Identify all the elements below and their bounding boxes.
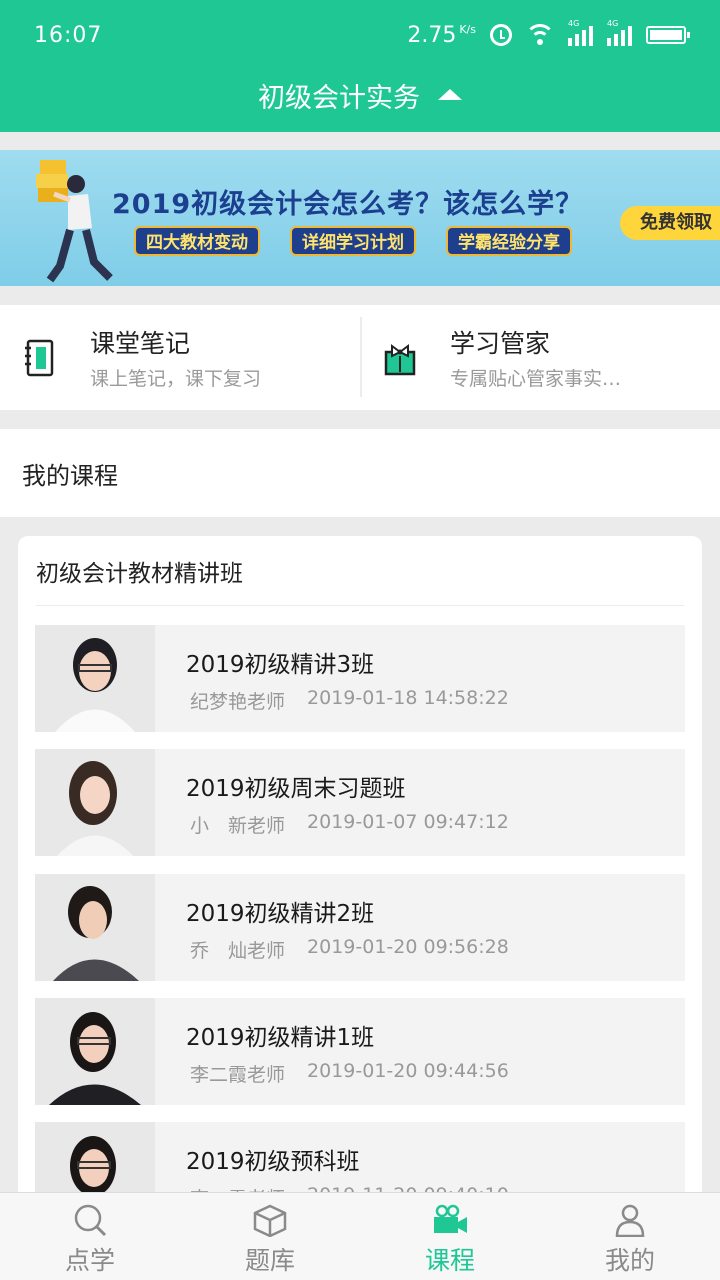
app-header: 16:07 2.75 K/s 4G 4G 初级会计实务 [0,0,720,132]
butler-icon [384,343,416,375]
network-speed: 2.75 K/s [407,23,476,48]
lesson-item[interactable]: 2019初级周末习题班 小 新老师 2019-01-07 09:47:12 [35,749,685,856]
tab-label: 题库 [244,1246,295,1275]
lesson-teacher: 纪梦艳老师 [190,691,286,713]
quick-link-subtitle: 课上笔记，课下复习 [90,368,262,390]
tab-label: 课程 [424,1246,475,1275]
teacher-avatar [35,998,155,1105]
lesson-datetime: 2019-01-07 09:47:12 [307,811,509,833]
tab-label: 我的 [604,1246,655,1275]
lesson-meta: 乔 灿老师 2019-01-20 09:56:28 [190,936,509,963]
course-group-title[interactable]: 初级会计教材精讲班 [36,536,684,606]
lesson-item[interactable]: 2019初级精讲2班 乔 灿老师 2019-01-20 09:56:28 [35,874,685,981]
network-speed-value: 2.75 [407,22,457,48]
status-bar: 16:07 2.75 K/s 4G 4G [0,0,720,70]
tab-wode[interactable]: 我的 [540,1193,720,1280]
network-speed-unit: K/s [459,22,476,36]
lesson-title: 2019初级精讲1班 [186,1025,375,1051]
quick-link-title: 课堂笔记 [90,329,191,358]
lesson-teacher: 乔 灿老师 [190,940,286,962]
teacher-avatar [35,625,155,732]
signal-label-2: 4G [607,19,619,28]
status-icons: 2.75 K/s 4G 4G [407,19,690,48]
search-icon [74,1204,107,1237]
lesson-datetime: 2019-01-18 14:58:22 [307,687,509,709]
quick-link-notes[interactable]: 课堂笔记 课上笔记，课下复习 [0,305,360,410]
subject-switcher[interactable]: 初级会计实务 [0,72,720,118]
lesson-datetime: 2019-01-20 09:44:56 [307,1060,509,1082]
quick-links: 课堂笔记 课上笔记，课下复习 学习管家 专属贴心管家事实… [0,305,720,410]
caret-up-icon [438,88,462,100]
page-title: 初级会计实务 [258,82,420,114]
course-group-card: 初级会计教材精讲班 2019初级精讲3班 纪梦艳老师 2019-01-18 14… [18,536,702,1236]
tab-kecheng[interactable]: 课程 [360,1193,540,1280]
tab-label: 点学 [64,1246,115,1275]
signal-label: 4G [568,19,580,28]
lesson-title: 2019初级精讲2班 [186,901,375,927]
lesson-meta: 小 新老师 2019-01-07 09:47:12 [190,811,509,838]
banner-tag: 学霸经验分享 [446,226,572,256]
teacher-avatar [35,749,155,856]
lesson-meta: 纪梦艳老师 2019-01-18 14:58:22 [190,687,509,714]
lesson-title: 2019初级周末习题班 [186,776,406,802]
lesson-datetime: 2019-01-20 09:56:28 [307,936,509,958]
notebook-icon [25,339,54,376]
lesson-teacher: 小 新老师 [190,815,286,837]
battery-icon [646,26,690,44]
lesson-title: 2019初级精讲3班 [186,652,375,678]
lesson-meta: 李二霞老师 2019-01-20 09:44:56 [190,1060,509,1087]
quick-link-subtitle: 专属贴心管家事实… [450,368,622,390]
promo-banner[interactable]: 2019初级会计会怎么考？该怎么学？ 四大教材变动 详细学习计划 学霸经验分享 … [0,150,720,286]
lesson-teacher: 李二霞老师 [190,1064,286,1086]
lesson-item[interactable]: 2019初级精讲1班 李二霞老师 2019-01-20 09:44:56 [35,998,685,1105]
box-icon [253,1204,287,1237]
signal-icon: 4G [568,19,593,46]
signal-icon-2: 4G [607,19,632,46]
person-icon [615,1204,645,1237]
video-camera-icon [434,1204,467,1233]
teacher-avatar [35,874,155,981]
banner-tag: 详细学习计划 [290,226,416,256]
tab-tiku[interactable]: 题库 [180,1193,360,1280]
bottom-tabbar: 点学 题库 课程 我的 [0,1192,720,1280]
banner-tag: 四大教材变动 [134,226,260,256]
free-claim-badge[interactable]: 免费领取 [620,206,720,240]
banner-headline: 2019初级会计会怎么考？该怎么学？ [112,189,584,220]
my-courses-heading: 我的课程 [0,429,720,517]
alarm-icon [490,24,512,46]
lesson-title: 2019初级预科班 [186,1149,360,1175]
wifi-icon [526,24,554,46]
quick-link-butler[interactable]: 学习管家 专属贴心管家事实… [360,305,720,410]
tab-dianxue[interactable]: 点学 [0,1193,180,1280]
lesson-item[interactable]: 2019初级精讲3班 纪梦艳老师 2019-01-18 14:58:22 [35,625,685,732]
status-time: 16:07 [34,22,103,48]
quick-link-title: 学习管家 [450,329,551,358]
